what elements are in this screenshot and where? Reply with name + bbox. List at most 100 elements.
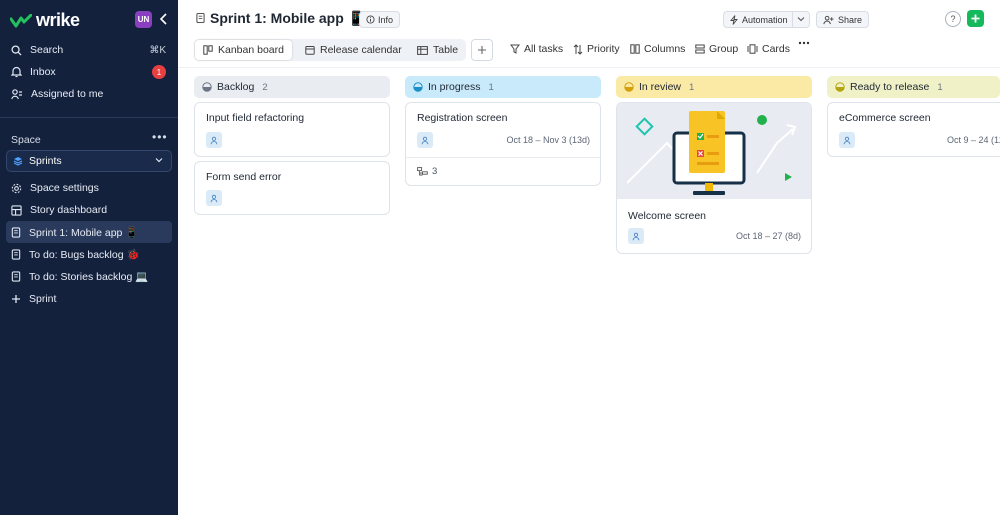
card-divider: [406, 157, 600, 158]
sidebar-item-space-settings[interactable]: Space settings: [6, 177, 172, 199]
sidebar: wrike UN Search ⌘K Inbox 1 Assigned to m…: [0, 0, 178, 515]
sidebar-divider: [0, 117, 178, 118]
create-new-button[interactable]: [967, 10, 984, 27]
board-column-in-progress: In progress 1: [405, 76, 601, 98]
sidebar-item-add-sprint[interactable]: Sprint: [6, 288, 172, 310]
cards-setting[interactable]: Cards: [747, 43, 790, 55]
sidebar-item-label: Space settings: [30, 182, 99, 194]
view-tabs: Kanban board Release calendar Table: [194, 39, 466, 61]
assigned-user-icon: [11, 88, 22, 99]
more-options-button[interactable]: [798, 41, 810, 45]
assignee-avatar[interactable]: [206, 190, 222, 206]
space-more-button[interactable]: •••: [152, 130, 168, 144]
automation-button[interactable]: Automation: [723, 11, 810, 28]
sidebar-item-story-dashboard[interactable]: Story dashboard: [6, 199, 172, 221]
assignee-avatar[interactable]: [839, 132, 855, 148]
collapse-sidebar-button[interactable]: [158, 10, 170, 28]
sidebar-item-sprint-1[interactable]: Sprint 1: Mobile app 📱: [6, 221, 172, 243]
sort-icon: [573, 43, 583, 55]
all-tasks-filter[interactable]: All tasks: [510, 43, 563, 55]
group-setting[interactable]: Group: [695, 43, 738, 55]
search-label: Search: [30, 44, 64, 56]
gear-icon: [11, 183, 22, 193]
search-shortcut: ⌘K: [149, 44, 166, 56]
search-icon: [11, 44, 22, 56]
info-button[interactable]: Info: [359, 11, 401, 28]
status-backlog-icon: [202, 82, 212, 92]
task-card[interactable]: Registration screen Oct 18 – Nov 3 (13d)…: [405, 102, 601, 186]
card-title: Welcome screen: [628, 210, 707, 222]
avatar[interactable]: UN: [135, 11, 152, 28]
assignee-avatar[interactable]: [628, 228, 644, 244]
add-assignee-icon: [210, 136, 218, 144]
plus-icon: [12, 295, 20, 303]
group-icon: [695, 44, 705, 54]
sidebar-item-stories-backlog[interactable]: To do: Stories backlog 💻: [6, 265, 172, 287]
assigned-to-me-nav-item[interactable]: Assigned to me: [6, 83, 172, 105]
task-card[interactable]: Input field refactoring: [194, 102, 390, 157]
document-icon: [11, 270, 21, 282]
plus-icon: [478, 46, 486, 54]
brand-name: wrike: [36, 10, 80, 30]
wrike-check-icon: [10, 13, 32, 27]
automation-split: [792, 12, 793, 27]
space-selector[interactable]: Sprints: [6, 150, 172, 172]
sidebar-item-label: Sprint: [29, 293, 57, 305]
calendar-icon: [305, 46, 315, 55]
card-title: Input field refactoring: [206, 112, 305, 124]
column-count: 1: [488, 81, 494, 93]
sidebar-item-bugs-backlog[interactable]: To do: Bugs backlog 🐞: [6, 243, 172, 265]
search-nav-item[interactable]: Search ⌘K: [6, 39, 172, 61]
column-header[interactable]: Ready to release 1: [827, 76, 1000, 98]
task-card[interactable]: Form send error: [194, 161, 390, 215]
chevron-down-icon[interactable]: [797, 15, 805, 23]
tab-release-calendar[interactable]: Release calendar: [297, 40, 410, 60]
more-dots-icon: [798, 41, 810, 45]
subtasks-icon: [417, 166, 428, 175]
priority-sort[interactable]: Priority: [573, 43, 620, 55]
column-header[interactable]: In progress 1: [405, 76, 601, 98]
wrike-logo[interactable]: wrike: [10, 10, 80, 31]
subtasks-count[interactable]: 3: [417, 166, 437, 177]
column-header[interactable]: Backlog 2: [194, 76, 390, 98]
assignee-avatar[interactable]: [417, 132, 433, 148]
column-header[interactable]: In review 1: [616, 76, 812, 98]
assignee-avatar[interactable]: [206, 132, 222, 148]
tool-label: Cards: [762, 43, 791, 55]
tab-table[interactable]: Table: [409, 40, 466, 60]
board-column-backlog: Backlog 2: [194, 76, 390, 98]
task-card[interactable]: eCommerce screen Oct 9 – 24 (12: [827, 102, 1000, 157]
add-view-button[interactable]: [471, 39, 493, 61]
space-selected-name: Sprints: [29, 155, 62, 167]
space-section-label: Space: [11, 134, 41, 146]
board-column-ready-to-release: Ready to release 1: [827, 76, 1000, 98]
tab-kanban-board[interactable]: Kanban board: [195, 40, 292, 60]
inbox-nav-item[interactable]: Inbox 1: [6, 61, 172, 83]
chevron-down-icon: [155, 158, 163, 163]
sidebar-item-label: Sprint 1: Mobile app 📱: [29, 226, 139, 239]
subtasks-number: 3: [432, 166, 438, 177]
page-header: Sprint 1: Mobile app 📱 Info Automation S…: [178, 0, 1000, 40]
add-assignee-icon: [843, 136, 851, 144]
columns-setting[interactable]: Columns: [630, 43, 685, 55]
column-name: Ready to release: [850, 81, 930, 93]
cards-icon: [747, 44, 758, 54]
share-label: Share: [838, 14, 863, 25]
board-column-in-review: In review 1: [616, 76, 812, 98]
tool-label: All tasks: [524, 43, 564, 55]
share-button[interactable]: Share: [816, 11, 870, 28]
info-icon: [366, 15, 375, 24]
document-icon: [11, 226, 21, 238]
filter-icon: [510, 44, 520, 54]
column-count: 1: [937, 81, 943, 93]
card-title: eCommerce screen: [839, 112, 931, 124]
tab-label: Table: [433, 44, 459, 56]
sidebar-item-label: Story dashboard: [30, 204, 108, 216]
column-count: 2: [262, 81, 268, 93]
tab-label: Release calendar: [320, 44, 402, 56]
column-count: 1: [689, 81, 695, 93]
task-card[interactable]: Welcome screen Oct 18 – 27 (8d): [616, 102, 812, 254]
dashboard-icon: [11, 204, 22, 216]
card-cover-image: [617, 103, 811, 199]
help-button[interactable]: ?: [945, 11, 961, 27]
